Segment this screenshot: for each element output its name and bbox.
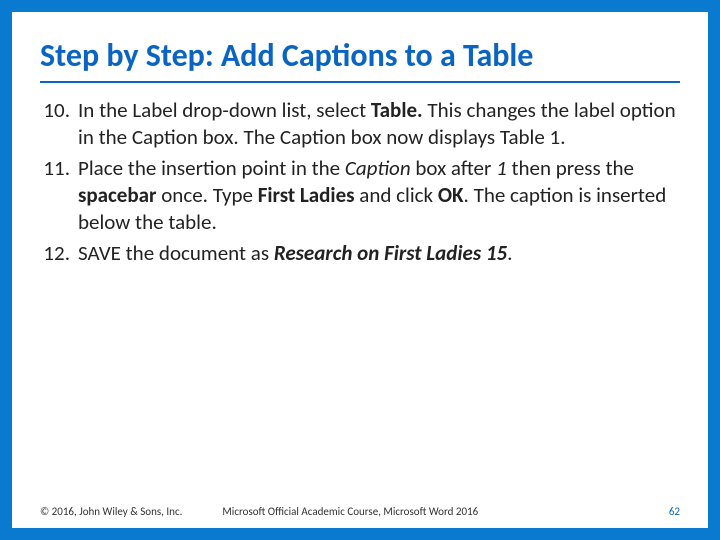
step-list: 10. In the Label drop-down list, select … (40, 97, 680, 270)
list-item: 12. SAVE the document as Research on Fir… (40, 240, 680, 267)
footer: © 2016, John Wiley & Sons, Inc. Microsof… (40, 505, 680, 518)
step-number: 11. (40, 155, 78, 236)
step-number: 12. (40, 240, 78, 267)
course-text: Microsoft Official Academic Course, Micr… (222, 505, 668, 518)
step-number: 10. (40, 97, 78, 151)
slide: Step by Step: Add Captions to a Table 10… (12, 12, 708, 528)
step-text: SAVE the document as Research on First L… (78, 240, 680, 267)
list-item: 11. Place the insertion point in the Cap… (40, 155, 680, 236)
step-text: Place the insertion point in the Caption… (78, 155, 680, 236)
step-text: In the Label drop-down list, select Tabl… (78, 97, 680, 151)
page-number: 62 (669, 505, 680, 518)
copyright-text: © 2016, John Wiley & Sons, Inc. (40, 505, 182, 518)
page-title: Step by Step: Add Captions to a Table (40, 38, 680, 83)
list-item: 10. In the Label drop-down list, select … (40, 97, 680, 151)
